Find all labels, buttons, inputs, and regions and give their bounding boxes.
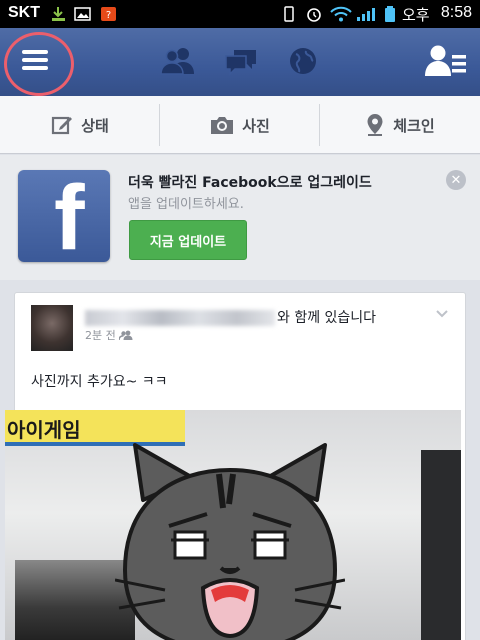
carrier-label: SKT	[8, 4, 40, 21]
facebook-top-bar	[0, 28, 480, 96]
friends-icon	[160, 48, 194, 75]
globe-icon	[290, 48, 316, 74]
menu-icon	[22, 50, 48, 70]
promo-subtitle: 앱을 업데이트하세요.	[128, 197, 244, 212]
status-bar: SKT ? 오후 8:58	[0, 0, 480, 28]
photo-label: 사진	[242, 116, 270, 135]
photo-background-panel	[421, 450, 461, 640]
camera-icon	[211, 117, 234, 134]
status-button[interactable]: 상태	[0, 96, 160, 154]
location-pin-icon	[367, 114, 383, 136]
facebook-logo-icon: f	[18, 170, 110, 262]
story-timestamp: 2분 전	[85, 329, 116, 342]
notifications-button[interactable]	[264, 28, 340, 96]
checkin-label: 체크인	[393, 116, 435, 135]
gallery-icon	[74, 7, 91, 21]
chevron-down-icon[interactable]	[435, 307, 449, 321]
messages-icon	[225, 50, 256, 76]
menu-button[interactable]	[0, 28, 80, 96]
photo-button[interactable]: 사진	[160, 96, 320, 154]
arcade-sign-text: 아이게임	[7, 418, 81, 442]
facebook-logo-letter: f	[54, 170, 85, 262]
upgrade-promo: f 더욱 빨라진 Facebook으로 업그레이드 앱을 업데이트하세요. 지금…	[0, 155, 480, 280]
edit-icon	[52, 116, 73, 135]
story-header-suffix: 와 함께 있습니다	[277, 310, 377, 326]
story-photo[interactable]: 아이게임	[5, 410, 461, 640]
publisher-bar: 상태 사진 체크인	[0, 96, 480, 154]
story-text: 사진까지 추가요~ ㅋㅋ	[31, 374, 168, 390]
friends-privacy-icon	[118, 330, 133, 341]
story-header[interactable]: 와 함께 있습니다	[85, 307, 376, 327]
wifi-icon	[330, 6, 352, 22]
avatar[interactable]	[31, 305, 73, 351]
alarm-icon	[307, 8, 321, 22]
clock: 8:58	[440, 4, 472, 21]
friend-requests-button[interactable]	[404, 28, 480, 96]
blurred-names	[85, 310, 275, 326]
close-icon[interactable]: ✕	[446, 170, 466, 190]
cat-sticker-icon	[115, 443, 345, 640]
svg-text:?: ?	[106, 10, 111, 21]
signal-icon	[357, 8, 375, 21]
update-now-button[interactable]: 지금 업데이트	[129, 220, 247, 260]
promo-title: 더욱 빨라진 Facebook으로 업그레이드	[128, 175, 372, 191]
battery-icon	[385, 6, 395, 22]
story-meta: 2분 전	[85, 327, 133, 343]
checkin-button[interactable]: 체크인	[320, 96, 480, 154]
download-icon	[52, 7, 65, 21]
ampm-label: 오후	[402, 6, 430, 24]
status-label: 상태	[81, 116, 109, 135]
app-notification-icon: ?	[101, 7, 116, 21]
friend-requests-icon	[425, 45, 466, 76]
vibrate-icon	[284, 6, 294, 22]
